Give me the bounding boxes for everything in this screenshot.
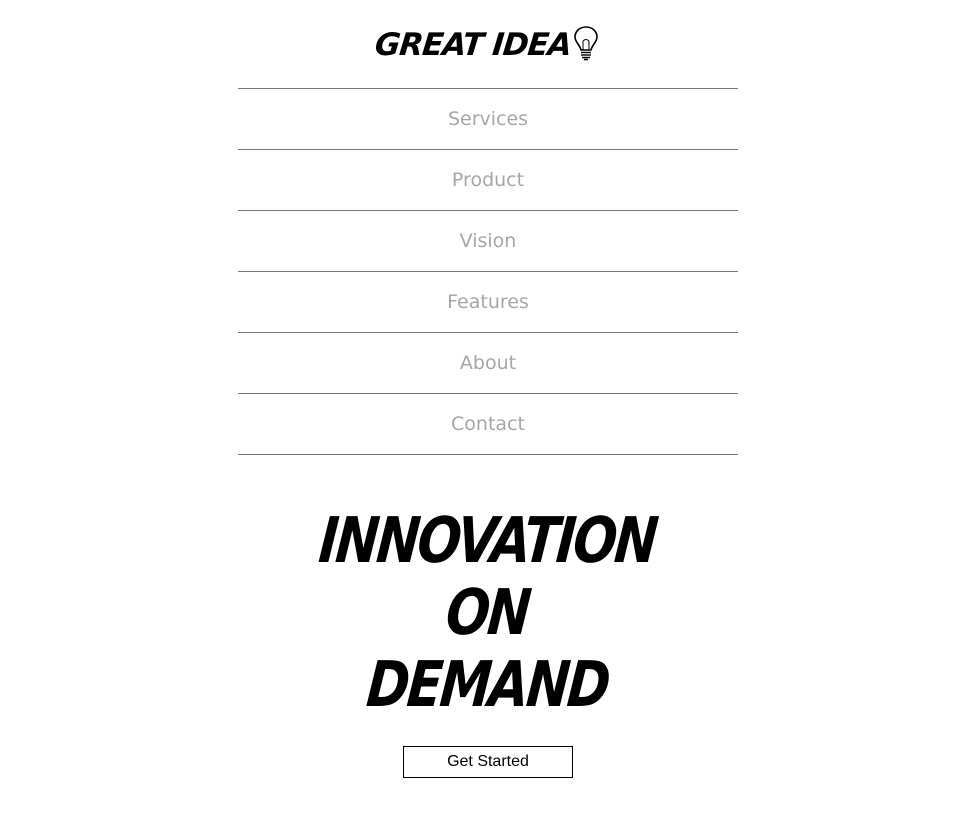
nav-item-contact[interactable]: Contact [238, 394, 738, 455]
hero-line-3: DEMAND [363, 648, 612, 721]
brand-name[interactable]: GREAT IDEA [373, 27, 573, 63]
nav-item-services[interactable]: Services [238, 89, 738, 150]
hero-heading: INNOVATION ON DEMAND [0, 504, 975, 721]
get-started-button[interactable]: Get Started [403, 746, 573, 778]
lightbulb-icon [572, 24, 600, 62]
hero-line-2: ON [443, 576, 532, 649]
nav-item-about[interactable]: About [238, 333, 738, 394]
site-header: GREAT IDEA [0, 26, 975, 63]
nav-item-vision[interactable]: Vision [238, 211, 738, 272]
main-nav: Services Product Vision Features About C… [238, 88, 738, 455]
nav-item-features[interactable]: Features [238, 272, 738, 333]
hero-line-1: INNOVATION [316, 504, 659, 577]
nav-item-product[interactable]: Product [238, 150, 738, 211]
